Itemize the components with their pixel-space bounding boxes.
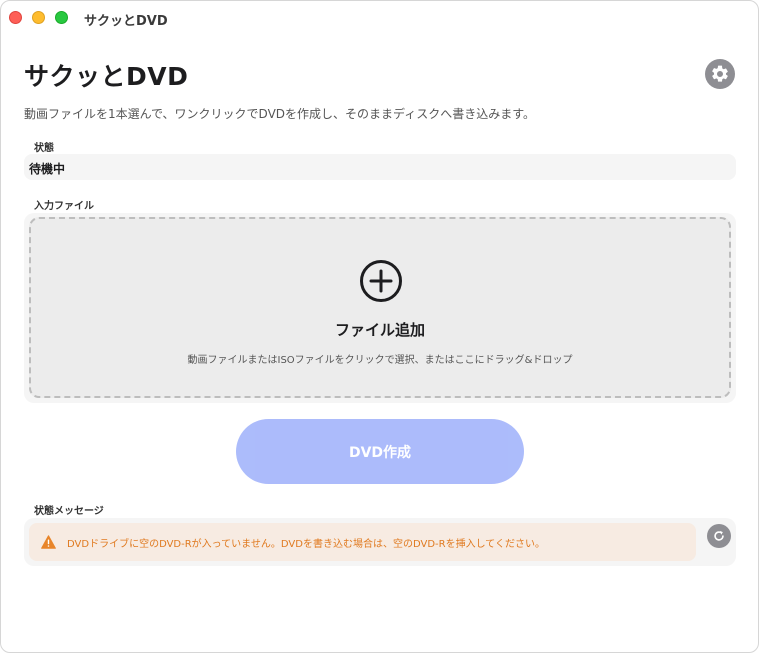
warning-icon — [41, 535, 56, 549]
settings-button[interactable] — [705, 59, 735, 89]
create-dvd-button[interactable]: DVD作成 — [236, 419, 524, 484]
app-window: サクッとDVD サクッとDVD 動画ファイルを1本選んで、ワンクリックでDVDを… — [0, 0, 759, 653]
input-file-panel: ファイル追加 動画ファイルまたはISOファイルをクリックで選択、またはここにドラ… — [24, 213, 736, 403]
zoom-window-button[interactable] — [55, 11, 68, 24]
refresh-icon — [714, 530, 724, 541]
plus-circle-icon — [360, 260, 402, 302]
status-field: 待機中 — [24, 154, 736, 180]
page-title: サクッとDVD — [24, 62, 189, 91]
warning-message-text: DVDドライブに空のDVD-Rが入っていません。DVDを書き込む場合は、空のDV… — [67, 539, 545, 550]
add-file-title: ファイル追加 — [334, 321, 425, 339]
refresh-button[interactable] — [707, 524, 731, 548]
minimize-window-button[interactable] — [32, 11, 45, 24]
close-window-button[interactable] — [9, 11, 22, 24]
app-description: 動画ファイルを1本選んで、ワンクリックでDVDを作成し、そのままディスクへ書き込… — [24, 107, 535, 121]
title-bar: サクッとDVD — [1, 1, 758, 35]
warning-message-box: DVDドライブに空のDVD-Rが入っていません。DVDを書き込む場合は、空のDV… — [29, 523, 696, 561]
status-value: 待機中 — [29, 162, 66, 176]
add-file-hint: 動画ファイルまたはISOファイルをクリックで選択、またはここにドラッグ&ドロップ — [187, 355, 573, 366]
gear-icon — [712, 65, 728, 82]
file-drop-zone[interactable]: ファイル追加 動画ファイルまたはISOファイルをクリックで選択、またはここにドラ… — [29, 217, 731, 398]
status-message-label: 状態メッセージ — [34, 506, 104, 517]
status-label: 状態 — [34, 143, 54, 154]
window-title: サクッとDVD — [84, 14, 168, 29]
status-message-panel: DVDドライブに空のDVD-Rが入っていません。DVDを書き込む場合は、空のDV… — [24, 518, 736, 566]
input-file-label: 入力ファイル — [34, 201, 94, 212]
